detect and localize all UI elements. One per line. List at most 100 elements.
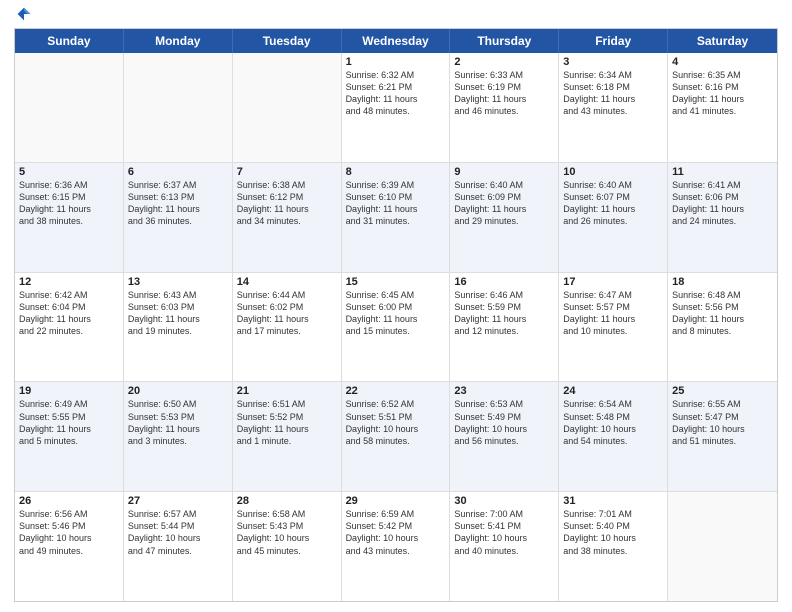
day-number: 26 — [19, 495, 119, 507]
day-number: 22 — [346, 385, 446, 397]
header-day-sunday: Sunday — [15, 29, 124, 53]
day-number: 5 — [19, 166, 119, 178]
day-cell-17: 17Sunrise: 6:47 AM Sunset: 5:57 PM Dayli… — [559, 273, 668, 382]
day-number: 1 — [346, 56, 446, 68]
day-number: 19 — [19, 385, 119, 397]
day-info: Sunrise: 6:38 AM Sunset: 6:12 PM Dayligh… — [237, 179, 337, 228]
day-number: 18 — [672, 276, 773, 288]
day-cell-12: 12Sunrise: 6:42 AM Sunset: 6:04 PM Dayli… — [15, 273, 124, 382]
day-info: Sunrise: 6:45 AM Sunset: 6:00 PM Dayligh… — [346, 289, 446, 338]
day-number: 7 — [237, 166, 337, 178]
logo-icon — [16, 6, 32, 22]
day-info: Sunrise: 7:00 AM Sunset: 5:41 PM Dayligh… — [454, 508, 554, 557]
day-info: Sunrise: 6:58 AM Sunset: 5:43 PM Dayligh… — [237, 508, 337, 557]
empty-cell — [15, 53, 124, 162]
day-info: Sunrise: 6:57 AM Sunset: 5:44 PM Dayligh… — [128, 508, 228, 557]
day-info: Sunrise: 6:54 AM Sunset: 5:48 PM Dayligh… — [563, 398, 663, 447]
day-info: Sunrise: 6:36 AM Sunset: 6:15 PM Dayligh… — [19, 179, 119, 228]
day-cell-3: 3Sunrise: 6:34 AM Sunset: 6:18 PM Daylig… — [559, 53, 668, 162]
day-cell-20: 20Sunrise: 6:50 AM Sunset: 5:53 PM Dayli… — [124, 382, 233, 491]
day-info: Sunrise: 6:40 AM Sunset: 6:07 PM Dayligh… — [563, 179, 663, 228]
day-number: 27 — [128, 495, 228, 507]
day-cell-2: 2Sunrise: 6:33 AM Sunset: 6:19 PM Daylig… — [450, 53, 559, 162]
day-number: 6 — [128, 166, 228, 178]
header-day-monday: Monday — [124, 29, 233, 53]
day-info: Sunrise: 7:01 AM Sunset: 5:40 PM Dayligh… — [563, 508, 663, 557]
day-info: Sunrise: 6:59 AM Sunset: 5:42 PM Dayligh… — [346, 508, 446, 557]
day-cell-30: 30Sunrise: 7:00 AM Sunset: 5:41 PM Dayli… — [450, 492, 559, 601]
day-cell-15: 15Sunrise: 6:45 AM Sunset: 6:00 PM Dayli… — [342, 273, 451, 382]
calendar-body: 1Sunrise: 6:32 AM Sunset: 6:21 PM Daylig… — [15, 53, 777, 601]
day-number: 24 — [563, 385, 663, 397]
header-day-tuesday: Tuesday — [233, 29, 342, 53]
day-cell-19: 19Sunrise: 6:49 AM Sunset: 5:55 PM Dayli… — [15, 382, 124, 491]
day-number: 29 — [346, 495, 446, 507]
page: SundayMondayTuesdayWednesdayThursdayFrid… — [0, 0, 792, 612]
day-cell-31: 31Sunrise: 7:01 AM Sunset: 5:40 PM Dayli… — [559, 492, 668, 601]
day-number: 16 — [454, 276, 554, 288]
day-cell-11: 11Sunrise: 6:41 AM Sunset: 6:06 PM Dayli… — [668, 163, 777, 272]
day-number: 13 — [128, 276, 228, 288]
day-number: 25 — [672, 385, 773, 397]
day-info: Sunrise: 6:37 AM Sunset: 6:13 PM Dayligh… — [128, 179, 228, 228]
day-cell-23: 23Sunrise: 6:53 AM Sunset: 5:49 PM Dayli… — [450, 382, 559, 491]
day-cell-18: 18Sunrise: 6:48 AM Sunset: 5:56 PM Dayli… — [668, 273, 777, 382]
day-cell-24: 24Sunrise: 6:54 AM Sunset: 5:48 PM Dayli… — [559, 382, 668, 491]
day-cell-4: 4Sunrise: 6:35 AM Sunset: 6:16 PM Daylig… — [668, 53, 777, 162]
day-info: Sunrise: 6:56 AM Sunset: 5:46 PM Dayligh… — [19, 508, 119, 557]
day-cell-7: 7Sunrise: 6:38 AM Sunset: 6:12 PM Daylig… — [233, 163, 342, 272]
day-number: 23 — [454, 385, 554, 397]
calendar-header: SundayMondayTuesdayWednesdayThursdayFrid… — [15, 29, 777, 53]
calendar-week-3: 12Sunrise: 6:42 AM Sunset: 6:04 PM Dayli… — [15, 273, 777, 383]
day-info: Sunrise: 6:34 AM Sunset: 6:18 PM Dayligh… — [563, 69, 663, 118]
day-number: 17 — [563, 276, 663, 288]
day-info: Sunrise: 6:46 AM Sunset: 5:59 PM Dayligh… — [454, 289, 554, 338]
day-number: 9 — [454, 166, 554, 178]
day-number: 12 — [19, 276, 119, 288]
day-info: Sunrise: 6:44 AM Sunset: 6:02 PM Dayligh… — [237, 289, 337, 338]
day-info: Sunrise: 6:42 AM Sunset: 6:04 PM Dayligh… — [19, 289, 119, 338]
day-cell-25: 25Sunrise: 6:55 AM Sunset: 5:47 PM Dayli… — [668, 382, 777, 491]
day-info: Sunrise: 6:41 AM Sunset: 6:06 PM Dayligh… — [672, 179, 773, 228]
day-cell-14: 14Sunrise: 6:44 AM Sunset: 6:02 PM Dayli… — [233, 273, 342, 382]
day-info: Sunrise: 6:50 AM Sunset: 5:53 PM Dayligh… — [128, 398, 228, 447]
day-cell-28: 28Sunrise: 6:58 AM Sunset: 5:43 PM Dayli… — [233, 492, 342, 601]
empty-cell — [668, 492, 777, 601]
empty-cell — [233, 53, 342, 162]
day-number: 30 — [454, 495, 554, 507]
day-number: 8 — [346, 166, 446, 178]
day-cell-5: 5Sunrise: 6:36 AM Sunset: 6:15 PM Daylig… — [15, 163, 124, 272]
day-info: Sunrise: 6:35 AM Sunset: 6:16 PM Dayligh… — [672, 69, 773, 118]
day-number: 20 — [128, 385, 228, 397]
day-cell-13: 13Sunrise: 6:43 AM Sunset: 6:03 PM Dayli… — [124, 273, 233, 382]
day-info: Sunrise: 6:32 AM Sunset: 6:21 PM Dayligh… — [346, 69, 446, 118]
calendar-week-4: 19Sunrise: 6:49 AM Sunset: 5:55 PM Dayli… — [15, 382, 777, 492]
day-number: 28 — [237, 495, 337, 507]
day-cell-29: 29Sunrise: 6:59 AM Sunset: 5:42 PM Dayli… — [342, 492, 451, 601]
day-number: 15 — [346, 276, 446, 288]
day-cell-9: 9Sunrise: 6:40 AM Sunset: 6:09 PM Daylig… — [450, 163, 559, 272]
day-number: 14 — [237, 276, 337, 288]
day-cell-26: 26Sunrise: 6:56 AM Sunset: 5:46 PM Dayli… — [15, 492, 124, 601]
day-cell-1: 1Sunrise: 6:32 AM Sunset: 6:21 PM Daylig… — [342, 53, 451, 162]
header-day-wednesday: Wednesday — [342, 29, 451, 53]
header-day-saturday: Saturday — [668, 29, 777, 53]
day-cell-27: 27Sunrise: 6:57 AM Sunset: 5:44 PM Dayli… — [124, 492, 233, 601]
header-day-friday: Friday — [559, 29, 668, 53]
day-info: Sunrise: 6:55 AM Sunset: 5:47 PM Dayligh… — [672, 398, 773, 447]
calendar-week-5: 26Sunrise: 6:56 AM Sunset: 5:46 PM Dayli… — [15, 492, 777, 601]
calendar: SundayMondayTuesdayWednesdayThursdayFrid… — [14, 28, 778, 602]
day-cell-21: 21Sunrise: 6:51 AM Sunset: 5:52 PM Dayli… — [233, 382, 342, 491]
day-cell-6: 6Sunrise: 6:37 AM Sunset: 6:13 PM Daylig… — [124, 163, 233, 272]
day-info: Sunrise: 6:52 AM Sunset: 5:51 PM Dayligh… — [346, 398, 446, 447]
day-number: 21 — [237, 385, 337, 397]
calendar-week-2: 5Sunrise: 6:36 AM Sunset: 6:15 PM Daylig… — [15, 163, 777, 273]
empty-cell — [124, 53, 233, 162]
day-info: Sunrise: 6:51 AM Sunset: 5:52 PM Dayligh… — [237, 398, 337, 447]
day-info: Sunrise: 6:33 AM Sunset: 6:19 PM Dayligh… — [454, 69, 554, 118]
calendar-week-1: 1Sunrise: 6:32 AM Sunset: 6:21 PM Daylig… — [15, 53, 777, 163]
day-number: 2 — [454, 56, 554, 68]
header — [14, 10, 778, 22]
day-info: Sunrise: 6:39 AM Sunset: 6:10 PM Dayligh… — [346, 179, 446, 228]
logo — [14, 10, 32, 22]
